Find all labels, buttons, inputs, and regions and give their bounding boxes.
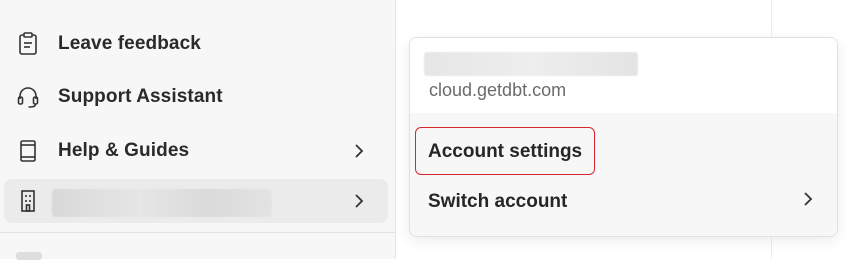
sidebar-item-support-assistant[interactable]: Support Assistant [4,75,388,119]
account-domain: cloud.getdbt.com [429,80,567,100]
sidebar-item-leave-feedback[interactable]: Leave feedback [4,22,388,66]
account-menu: cloud.getdbt.com Account settings Switch… [409,37,838,237]
account-menu-header: cloud.getdbt.com [410,38,837,113]
account-name-redacted [52,189,272,217]
headset-icon [16,85,40,109]
account-user-redacted [424,52,638,76]
clipboard-icon [16,32,40,56]
account-settings-menu-item[interactable]: Account settings [428,141,582,163]
sidebar-item-account[interactable] [4,179,388,223]
sidebar-item-label: Support Assistant [58,86,223,107]
chevron-right-icon [355,144,364,158]
sidebar-item-label: Help & Guides [58,140,190,161]
building-icon [16,189,40,213]
sidebar-item-label: Leave feedback [58,33,201,54]
chevron-right-icon [355,194,364,208]
switch-account-menu-item[interactable]: Switch account [428,191,567,213]
book-icon [16,139,40,163]
chevron-right-icon [804,192,813,206]
sidebar: Leave feedback Support Assistant Help & … [0,0,396,260]
sidebar-divider [0,232,396,233]
sidebar-item-help-guides[interactable]: Help & Guides [4,129,388,173]
